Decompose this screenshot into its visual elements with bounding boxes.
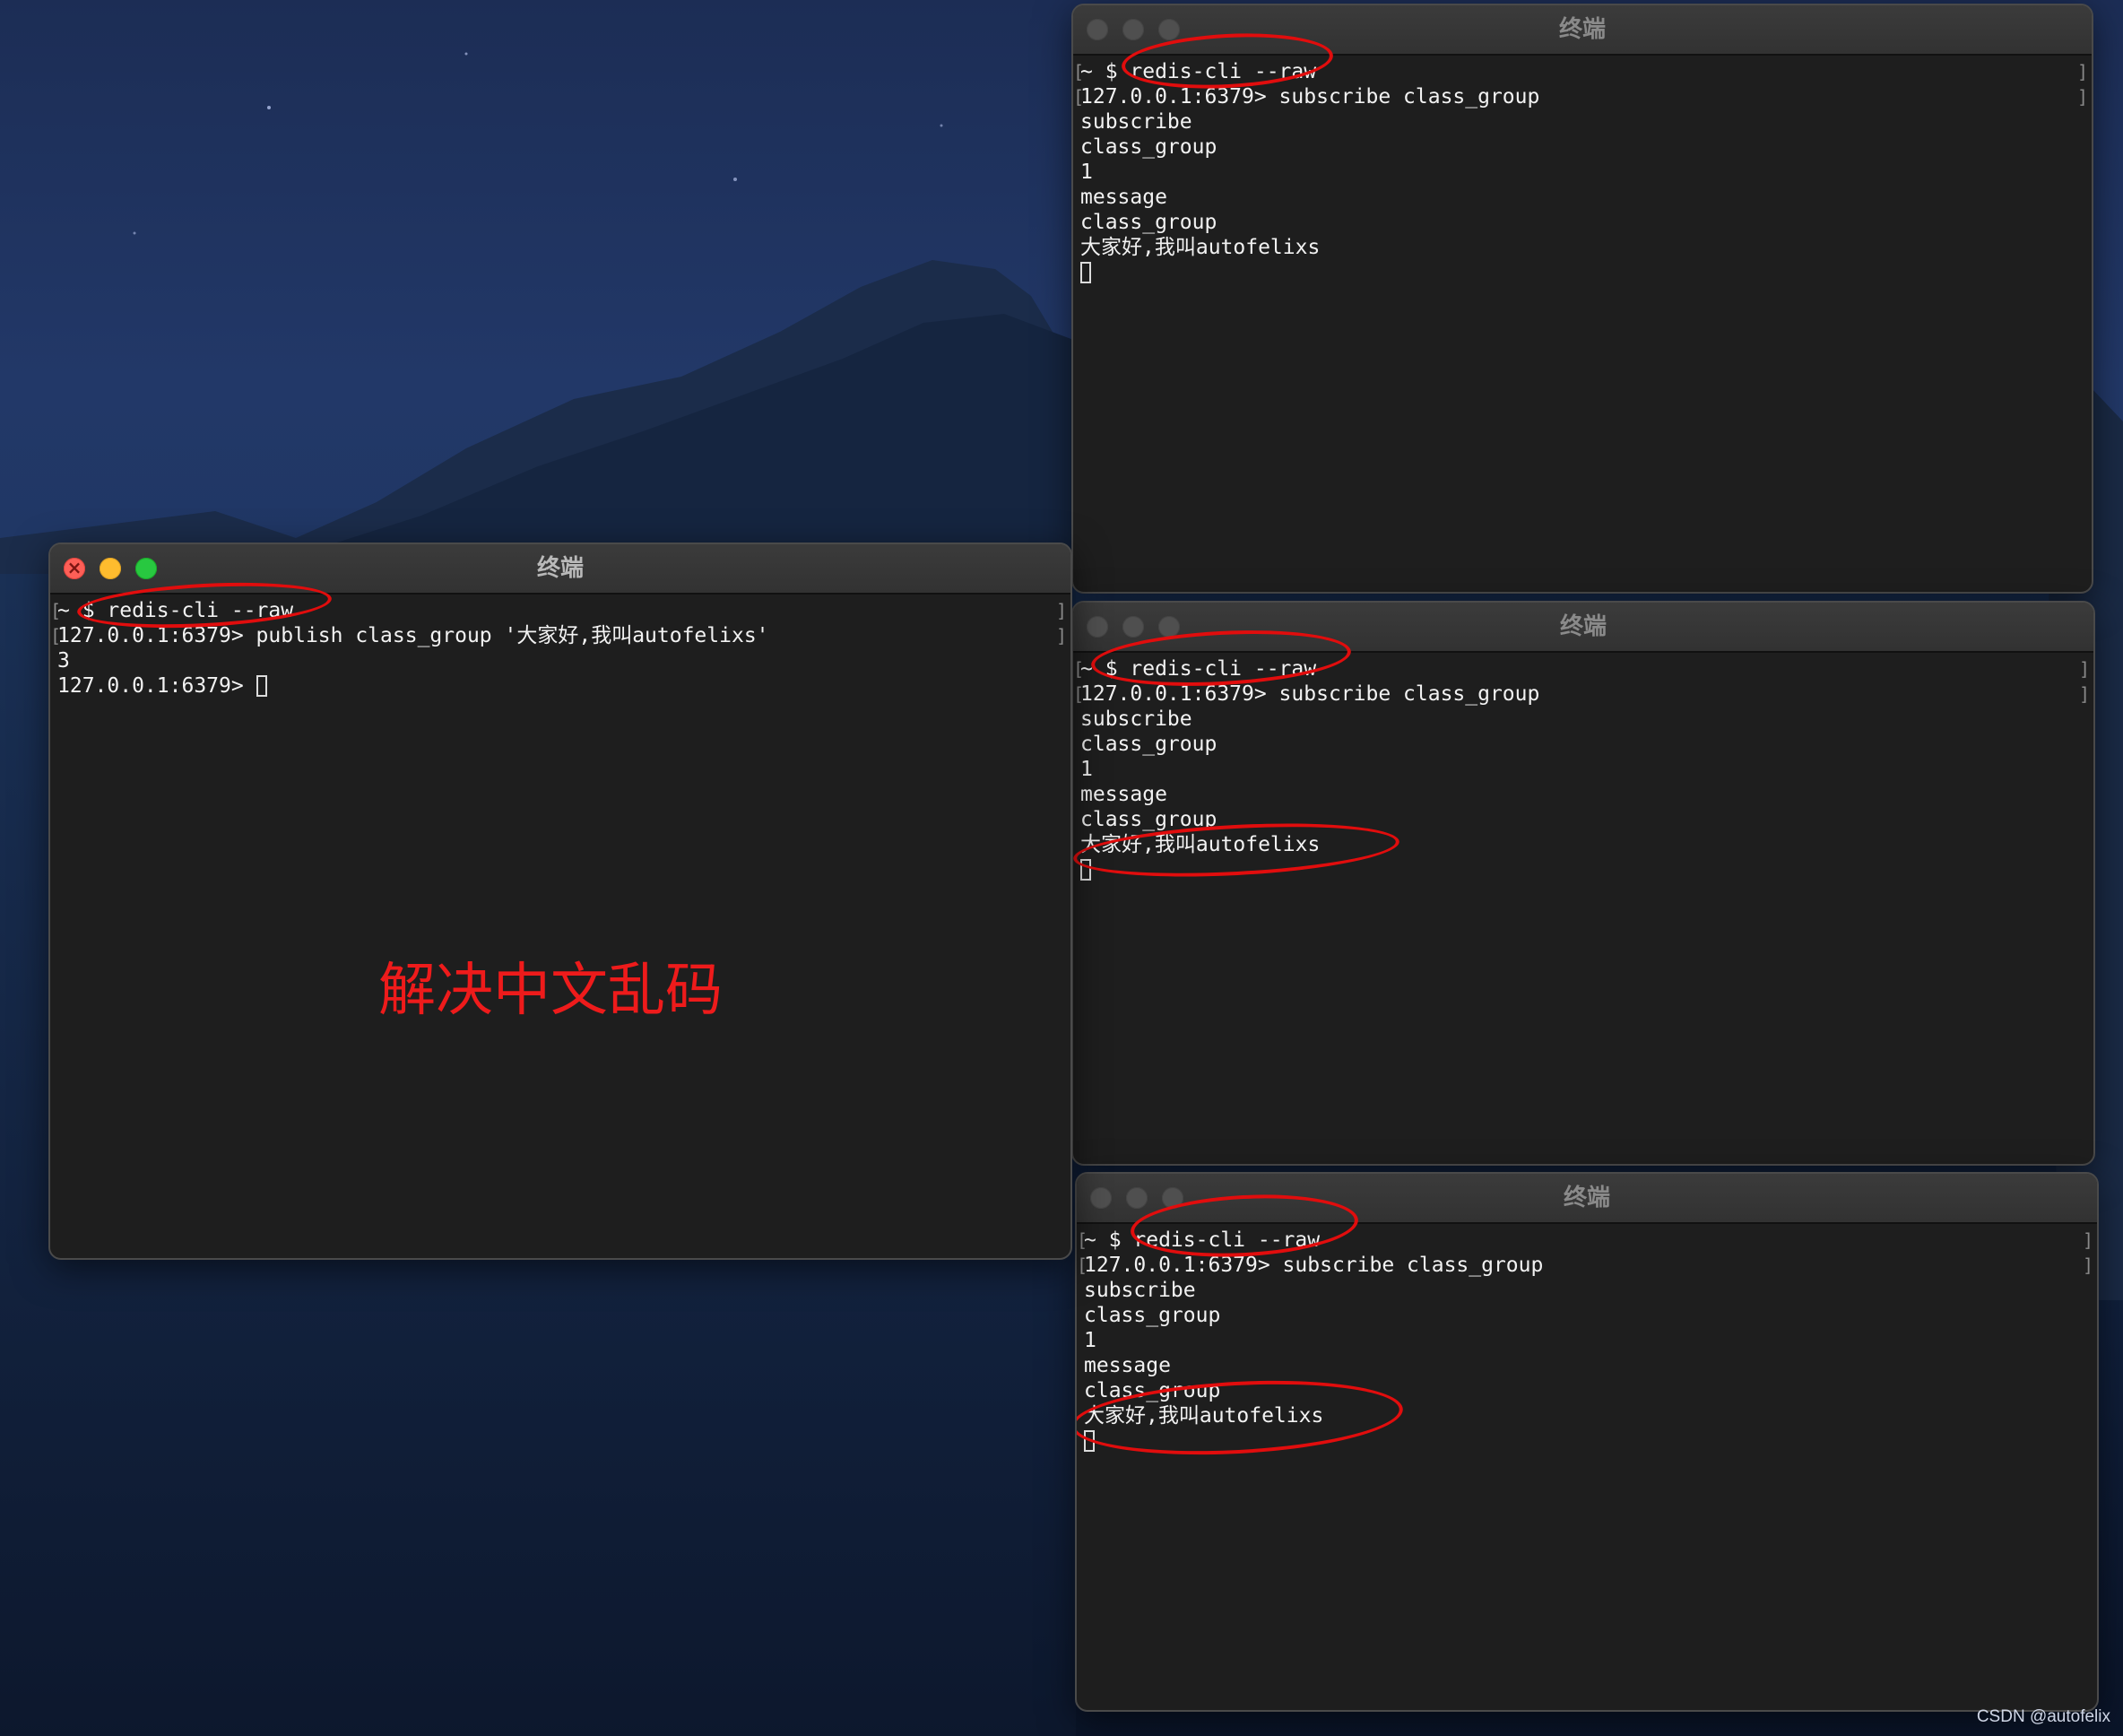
output-line: subscribe xyxy=(1080,707,1192,731)
output-line: message xyxy=(1084,1354,1171,1377)
line-marker: ] xyxy=(2082,1229,2093,1251)
terminal-output[interactable]: [ [ ] ] ~ $ redis-cli --raw 127.0.0.1:63… xyxy=(1077,1224,2097,1710)
publisher-terminal[interactable]: 终端 [ [ ] ] ~ $ redis-cli --raw 127.0.0.1… xyxy=(48,542,1072,1260)
line-marker: ] xyxy=(2078,658,2090,680)
terminal-output[interactable]: [ [ ] ] ~ $ redis-cli --raw 127.0.0.1:63… xyxy=(1073,653,2093,1164)
input-line[interactable]: 127.0.0.1:6379> xyxy=(57,673,267,699)
command-line: 127.0.0.1:6379> subscribe class_group xyxy=(1080,85,1540,108)
output-line: class_group xyxy=(1080,733,1217,756)
line-marker: ] xyxy=(2076,86,2088,108)
message-line: 大家好,我叫autofelixs xyxy=(1080,236,1321,259)
line-marker: ] xyxy=(2076,61,2088,82)
subscriber-terminal-1[interactable]: 终端 [ [ ] ] ~ $ redis-cli --raw 127.0.0.1… xyxy=(1071,4,2093,594)
text-cursor xyxy=(1080,262,1091,283)
output-line: class_group xyxy=(1080,211,1217,234)
annotation-text: 解决中文乱码 xyxy=(378,958,723,1024)
terminal-output[interactable]: [ [ ] ] ~ $ redis-cli --raw 127.0.0.1:63… xyxy=(50,595,1070,1258)
subscriber-terminal-2[interactable]: 终端 [ [ ] ] ~ $ redis-cli --raw 127.0.0.1… xyxy=(1071,601,2095,1166)
line-marker: ] xyxy=(1055,625,1067,647)
terminal-output[interactable]: [ [ ] ] ~ $ redis-cli --raw 127.0.0.1:63… xyxy=(1073,56,2092,592)
output-line: message xyxy=(1080,186,1167,209)
line-marker: ] xyxy=(1055,600,1067,621)
line-marker: ] xyxy=(2078,683,2090,705)
output-line: 1 xyxy=(1084,1329,1096,1352)
output-line: 3 xyxy=(57,649,70,673)
output-line: class_group xyxy=(1084,1304,1221,1327)
output-line: subscribe xyxy=(1080,110,1192,134)
prompt-text: 127.0.0.1:6379> xyxy=(57,674,256,698)
line-marker: ] xyxy=(2082,1254,2093,1276)
output-line: 1 xyxy=(1080,758,1093,781)
command-line: 127.0.0.1:6379> subscribe class_group xyxy=(1084,1254,1544,1277)
output-line: 1 xyxy=(1080,161,1093,184)
output-line: message xyxy=(1080,783,1167,806)
subscriber-terminal-3[interactable]: 终端 [ [ ] ] ~ $ redis-cli --raw 127.0.0.1… xyxy=(1075,1172,2099,1712)
output-line: subscribe xyxy=(1084,1279,1196,1302)
output-line: class_group xyxy=(1080,135,1217,159)
text-cursor xyxy=(256,675,267,697)
command-line: 127.0.0.1:6379> subscribe class_group xyxy=(1080,682,1540,706)
watermark: CSDN @autofelix xyxy=(1976,1707,2110,1726)
cursor-line xyxy=(1080,260,1091,285)
